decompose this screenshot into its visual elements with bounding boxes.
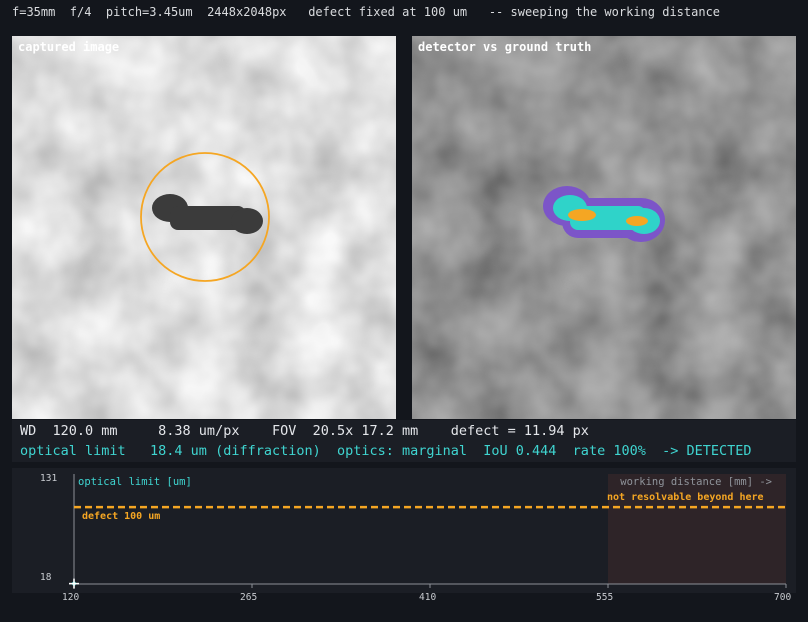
x-axis-label: working distance [mm] ->: [620, 476, 772, 488]
not-resolvable-region: [608, 474, 786, 584]
x-tick-label: 410: [419, 592, 437, 603]
x-tick-label: 120: [62, 592, 80, 603]
not-resolvable-label: not resolvable beyond here: [607, 492, 764, 503]
y-tick-label: 131: [40, 473, 58, 484]
x-tick-label: 265: [240, 592, 258, 603]
x-tick-label: 700: [774, 592, 792, 603]
optical-limit-chart: optical limit [um] working distance [mm] …: [69, 474, 787, 589]
defect-reference-label: defect 100 um: [82, 511, 160, 522]
chart-title: optical limit [um]: [78, 476, 192, 488]
y-tick-label: 18: [40, 572, 52, 583]
x-tick-label: 555: [596, 592, 614, 603]
